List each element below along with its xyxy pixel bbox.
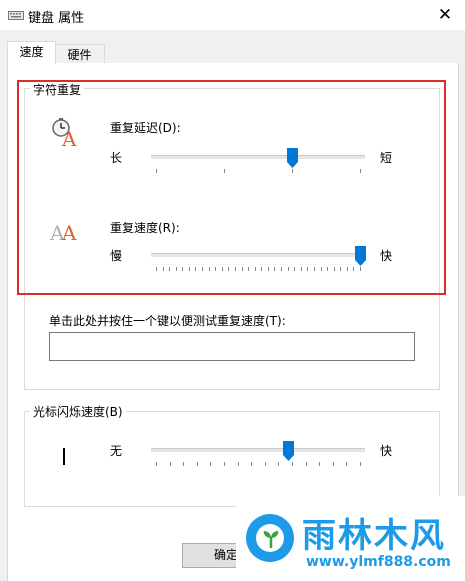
slider-tick [332,462,334,466]
sprout-icon [263,531,279,548]
close-icon[interactable]: ✕ [432,2,458,28]
slider-tick [360,462,361,466]
cursor-blink-max-label: 快 [380,444,393,458]
slider-tick [196,462,198,466]
watermark-name: 雨林木风 [302,516,446,556]
slider-tick [210,462,212,466]
slider-tick [251,462,253,466]
slider-tick [305,462,307,466]
watermark: 雨林木风 www.ylmf888.com [236,496,465,581]
slider-tick [346,462,348,466]
tab-speed[interactable]: 速度 [7,41,56,64]
slider-tick [169,462,171,466]
slider-tick [264,462,266,466]
slider-tick [156,462,157,466]
slider-track [151,448,365,452]
window-title: 键盘 属性 [28,11,85,26]
test-field-label: 单击此处并按住一个键以便测试重复速度(T): [49,314,286,328]
watermark-url: www.ylmf888.com [306,554,451,570]
slider-thumb[interactable] [283,441,295,461]
cursor-blink-min-label: 无 [110,444,123,458]
slider-tick [224,462,225,466]
cursor-blink-slider[interactable] [151,441,365,469]
slider-tick [292,462,293,466]
slider-tick [237,462,239,466]
highlight-box [17,80,446,295]
keyboard-icon [8,11,24,20]
cursor-preview-icon [63,448,65,465]
slider-tick [183,462,185,466]
cursor-blink-group-label: 光标闪烁速度(B) [30,403,126,420]
slider-tick [278,462,280,466]
title-bar: 键盘 属性 ✕ [0,0,465,30]
slider-tick [319,462,321,466]
repeat-test-input[interactable] [49,332,415,361]
